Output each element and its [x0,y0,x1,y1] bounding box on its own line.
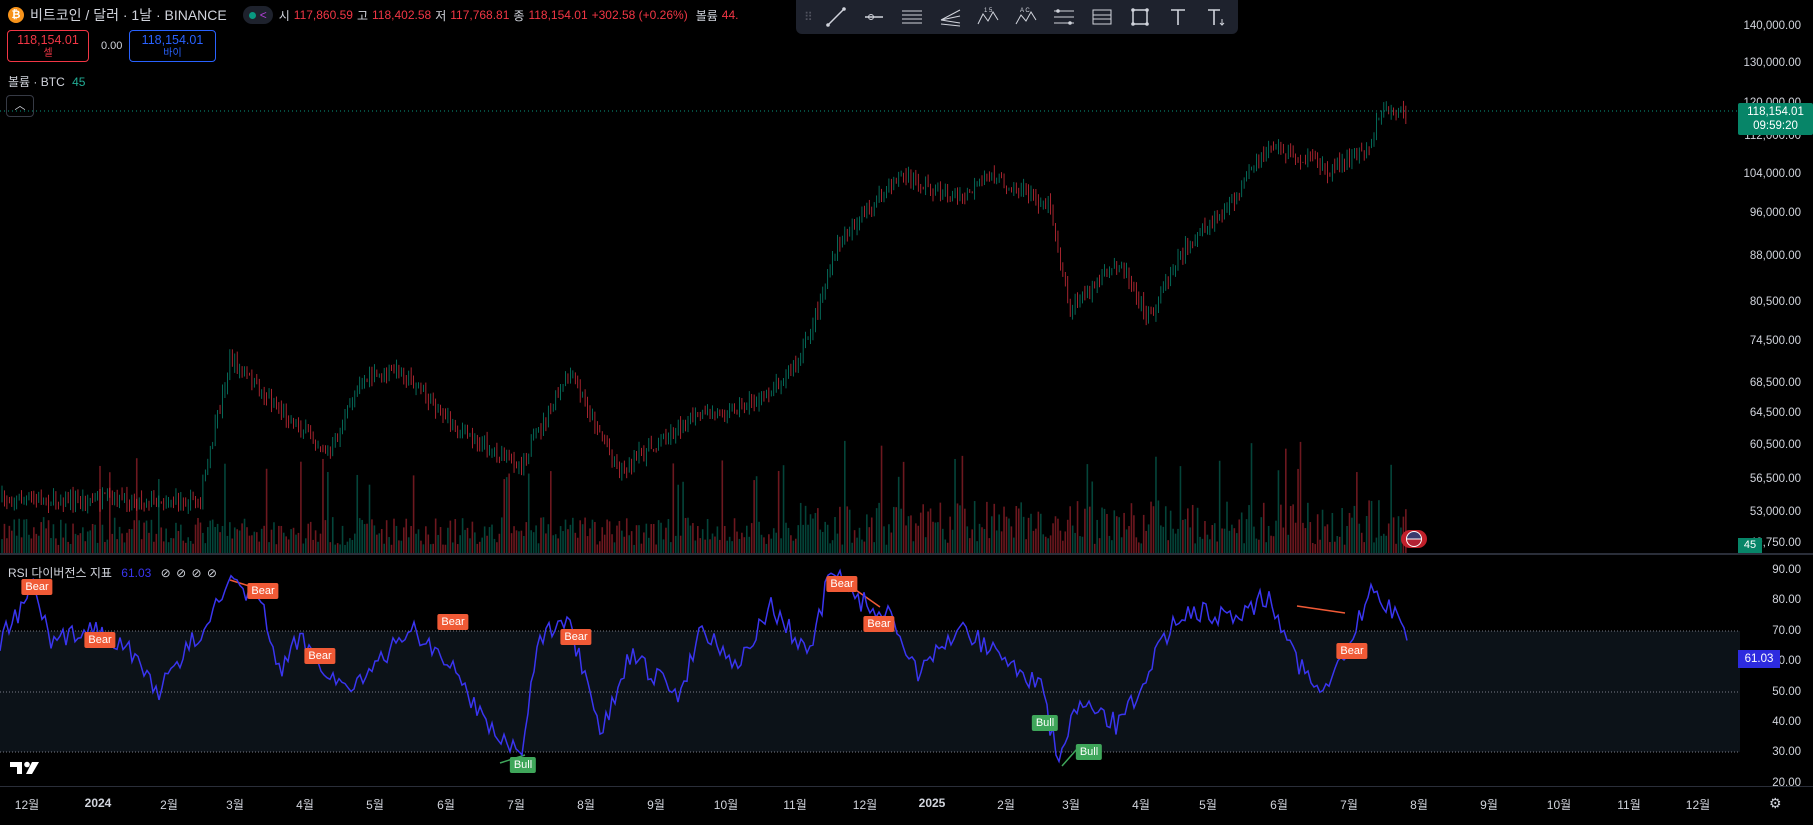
settings-gear-icon[interactable]: ⚙ [1769,795,1782,812]
time-tick: 12월 [1685,798,1711,812]
time-tick: 10월 [713,798,739,812]
last-price-flag: 118,154.01 09:59:20 [1738,103,1813,135]
time-tick: 4월 [1132,798,1150,812]
bear-divergence-label: Bear [560,629,592,645]
time-tick: 12월 [852,798,878,812]
us-flag-event-icon[interactable] [1401,530,1427,548]
rsi-value-flag: 61.03 [1738,650,1780,668]
time-tick: 6월 [1270,798,1288,812]
time-tick: 2월 [160,798,178,812]
time-tick: 2월 [997,798,1015,812]
bear-divergence-label: Bear [1336,643,1368,659]
time-tick: 9월 [1480,798,1498,812]
time-tick: 11월 [783,798,807,812]
bear-divergence-label: Bear [437,614,469,630]
time-tick: 7월 [1340,798,1358,812]
time-tick: 12월 [14,798,40,812]
candlesticks [1,100,1407,514]
time-tick: 5월 [366,798,384,812]
bar-countdown: 09:59:20 [1753,120,1798,132]
time-tick: 11월 [1617,798,1641,812]
time-tick: 4월 [296,798,314,812]
tradingview-logo[interactable] [10,760,44,781]
time-tick: 7월 [507,798,525,812]
time-tick: 8월 [577,798,595,812]
time-tick: 3월 [226,798,244,812]
bear-divergence-label: Bear [247,583,279,599]
bull-divergence-label: Bull [1031,715,1059,731]
price-chart[interactable] [0,0,1740,553]
divergence-line [1296,605,1346,614]
time-tick: 6월 [437,798,455,812]
bear-divergence-label: Bear [21,579,53,595]
bear-divergence-label: Bear [84,632,116,648]
time-tick: 3월 [1062,798,1080,812]
time-axis-divider [0,786,1813,787]
time-tick: 2024 [84,796,112,810]
time-tick: 2025 [918,796,946,810]
bear-divergence-label: Bear [863,616,895,632]
bull-divergence-label: Bull [1075,744,1103,760]
time-tick: 10월 [1546,798,1572,812]
time-axis[interactable]: 12월 2024 2월 3월 4월 5월 6월 7월 8월 9월 10월 11월 12월 2025 2월 3월… [0,788,1740,818]
bear-divergence-label: Bear [304,648,336,664]
bear-divergence-label: Bear [826,576,858,592]
time-tick: 9월 [647,798,665,812]
time-tick: 5월 [1199,798,1217,812]
volume-bars [1,440,1407,553]
pane-divider[interactable] [0,553,1813,555]
bull-divergence-label: Bull [509,757,537,773]
time-tick: 8월 [1410,798,1428,812]
volume-flag: 45 [1738,538,1762,553]
